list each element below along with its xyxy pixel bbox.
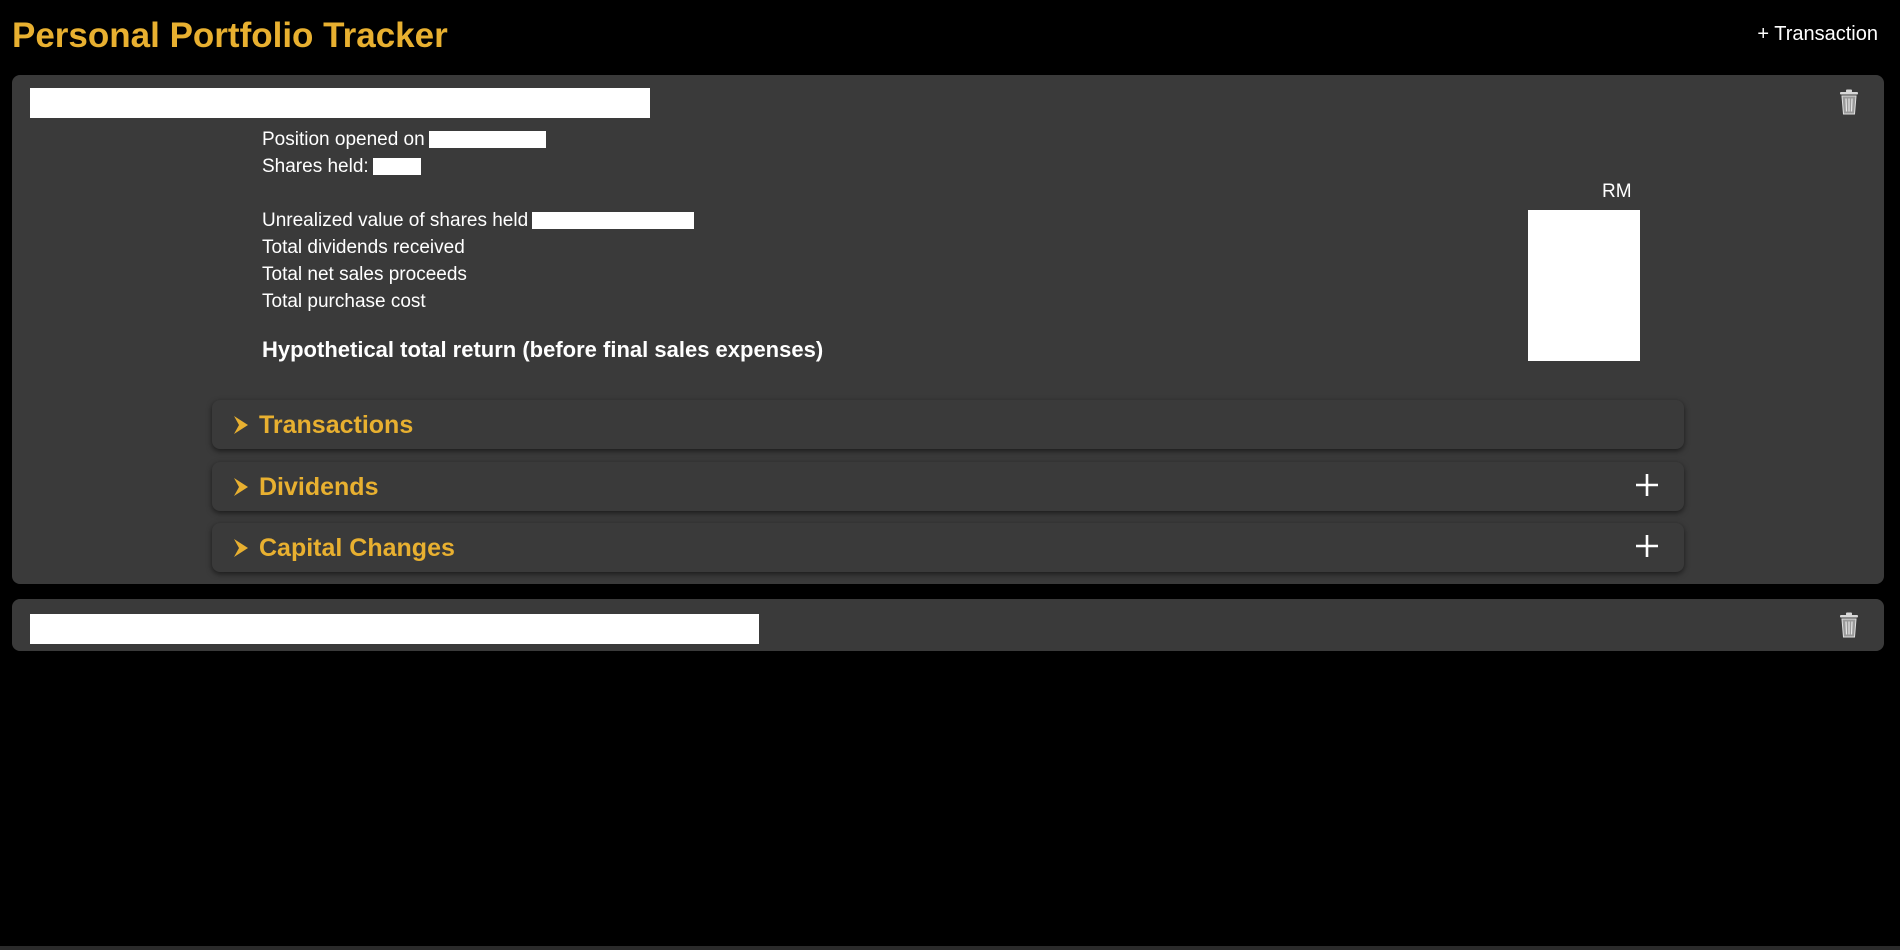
- app-title: Personal Portfolio Tracker: [12, 16, 448, 55]
- trash-icon[interactable]: [1838, 612, 1860, 638]
- add-transaction-button[interactable]: + Transaction: [1757, 22, 1878, 46]
- section-dividends[interactable]: Dividends: [212, 462, 1684, 511]
- section-title-transactions: Transactions: [259, 411, 414, 439]
- section-title-dividends: Dividends: [259, 473, 379, 501]
- total-purchase-cost-label: Total purchase cost: [262, 291, 426, 312]
- unrealized-value-input[interactable]: [532, 212, 695, 229]
- total-dividends-label: Total dividends received: [262, 237, 465, 258]
- unrealized-value-label: Unrealized value of shares held: [262, 210, 529, 231]
- opened-on-label: Position opened on: [262, 129, 425, 150]
- chevron-right-icon: [234, 539, 248, 557]
- values-column: [1528, 210, 1640, 361]
- section-title-capital-changes: Capital Changes: [259, 534, 455, 562]
- app-header: Personal Portfolio Tracker + Transaction: [0, 0, 1900, 72]
- unrealized-value-row: Unrealized value of shares held: [262, 207, 695, 234]
- chevron-right-icon: [234, 416, 248, 434]
- position-summary: Position opened on Shares held: Unrealiz…: [262, 126, 695, 315]
- position-name-input[interactable]: [30, 614, 759, 644]
- total-net-sales-label: Total net sales proceeds: [262, 264, 467, 285]
- chevron-right-icon: [234, 478, 248, 496]
- hypothetical-return-label: Hypothetical total return (before final …: [262, 337, 824, 362]
- section-capital-changes[interactable]: Capital Changes: [212, 523, 1684, 572]
- position-card: [12, 599, 1884, 651]
- shares-held-input[interactable]: [372, 158, 421, 175]
- add-capital-change-plus-icon[interactable]: [1634, 533, 1660, 559]
- opened-on-row: Position opened on: [262, 126, 694, 153]
- opened-on-date-input[interactable]: [428, 131, 546, 148]
- currency-label: RM: [1602, 181, 1632, 202]
- position-card: Position opened on Shares held: Unrealiz…: [12, 75, 1884, 584]
- section-transactions[interactable]: Transactions: [212, 400, 1684, 449]
- trash-icon[interactable]: [1838, 89, 1860, 115]
- add-dividend-plus-icon[interactable]: [1634, 472, 1660, 498]
- position-name-input[interactable]: [30, 88, 650, 118]
- shares-held-label: Shares held:: [262, 156, 369, 177]
- window-bottom-edge: [0, 946, 1900, 950]
- shares-held-row: Shares held:: [262, 153, 694, 180]
